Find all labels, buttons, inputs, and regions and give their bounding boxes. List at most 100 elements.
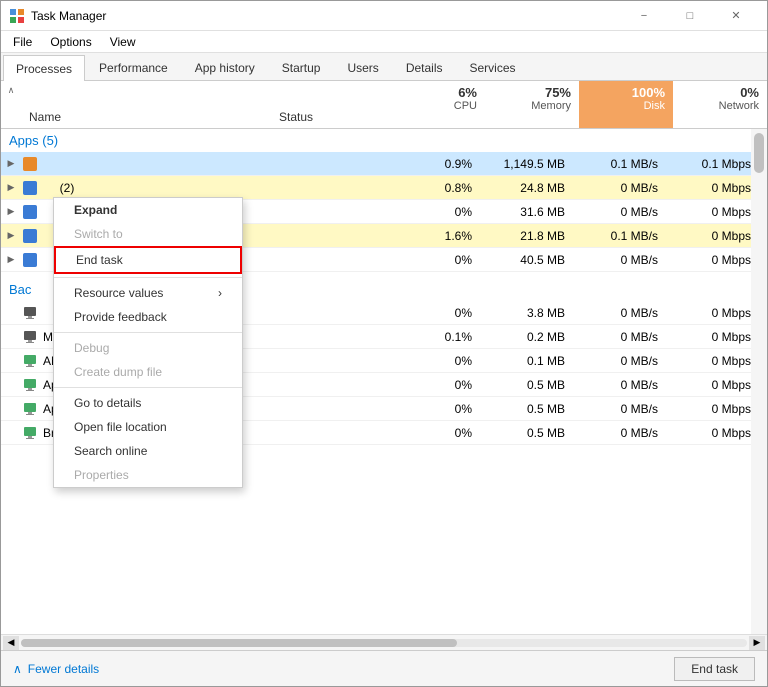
process-memory: 3.8 MB: [484, 306, 577, 320]
menu-view[interactable]: View: [102, 33, 144, 51]
status-bar: ∧ Fewer details End task: [1, 650, 767, 686]
process-icon: [21, 251, 39, 269]
window-title: Task Manager: [31, 9, 106, 23]
ctx-separator-2: [54, 332, 242, 333]
process-disk: 0 MB/s: [577, 253, 670, 267]
tab-startup[interactable]: Startup: [269, 54, 334, 80]
ctx-go-to-details[interactable]: Go to details: [54, 391, 242, 415]
menu-options[interactable]: Options: [42, 33, 99, 51]
ctx-properties: Properties: [54, 463, 242, 487]
tab-processes[interactable]: Processes: [3, 55, 85, 81]
ctx-separator-1: [54, 277, 242, 278]
process-memory: 0.1 MB: [484, 354, 577, 368]
apps-section-header: Apps (5): [1, 129, 767, 152]
process-memory: 0.5 MB: [484, 402, 577, 416]
process-cpu: 0.8%: [391, 181, 484, 195]
process-memory: 1,149.5 MB: [484, 157, 577, 171]
process-icon: [21, 352, 39, 370]
context-menu: Expand Switch to End task Resource value…: [53, 197, 243, 488]
task-manager-window: Task Manager − □ ✕ File Options View Pro…: [0, 0, 768, 687]
ctx-provide-feedback[interactable]: Provide feedback: [54, 305, 242, 329]
expand-icon[interactable]: ▶: [1, 230, 21, 241]
process-cpu: 0%: [391, 205, 484, 219]
process-cpu: 0%: [391, 306, 484, 320]
process-memory: 0.5 MB: [484, 426, 577, 440]
scrollbar-thumb[interactable]: [754, 133, 764, 173]
process-cpu: 0.9%: [391, 157, 484, 171]
ctx-separator-3: [54, 387, 242, 388]
scroll-thumb[interactable]: [21, 639, 457, 647]
process-disk: 0 MB/s: [577, 306, 670, 320]
scroll-left-button[interactable]: ◀: [3, 636, 19, 650]
ctx-create-dump: Create dump file: [54, 360, 242, 384]
process-disk: 0 MB/s: [577, 181, 670, 195]
process-cpu: 0%: [391, 426, 484, 440]
sort-arrow-icon: ∧: [8, 85, 15, 96]
process-name: (2): [39, 181, 271, 195]
process-icon: [21, 203, 39, 221]
expand-icon[interactable]: ▶: [1, 254, 21, 265]
header-memory[interactable]: 75% Memory: [485, 81, 579, 128]
header-network[interactable]: 0% Network: [673, 81, 767, 128]
process-icon: [21, 179, 39, 197]
menu-file[interactable]: File: [5, 33, 40, 51]
ctx-end-task[interactable]: End task: [54, 246, 242, 274]
process-cpu: 0%: [391, 378, 484, 392]
process-icon: [21, 376, 39, 394]
expand-icon[interactable]: ▶: [1, 206, 21, 217]
fewer-details-arrow-icon: ∧: [13, 662, 22, 676]
process-disk: 0 MB/s: [577, 205, 670, 219]
ctx-resource-values[interactable]: Resource values ›: [54, 281, 242, 305]
process-cpu: 0%: [391, 354, 484, 368]
scroll-right-button[interactable]: ▶: [749, 636, 765, 650]
fewer-details-button[interactable]: ∧ Fewer details: [13, 662, 99, 676]
maximize-button[interactable]: □: [667, 1, 713, 31]
close-button[interactable]: ✕: [713, 1, 759, 31]
process-memory: 24.8 MB: [484, 181, 577, 195]
process-icon: [21, 424, 39, 442]
tab-users[interactable]: Users: [334, 54, 391, 80]
header-cpu[interactable]: 6% CPU: [391, 81, 485, 128]
ctx-expand[interactable]: Expand: [54, 198, 242, 222]
ctx-switch-to: Switch to: [54, 222, 242, 246]
expand-icon[interactable]: ▶: [1, 158, 21, 169]
process-cpu: 0%: [391, 253, 484, 267]
vertical-scrollbar[interactable]: [751, 129, 767, 634]
end-task-button[interactable]: End task: [674, 657, 755, 681]
title-buttons: − □ ✕: [621, 1, 759, 31]
scroll-track[interactable]: [21, 639, 747, 647]
tab-performance[interactable]: Performance: [86, 54, 181, 80]
expand-icon[interactable]: ▶: [1, 182, 21, 193]
process-memory: 21.8 MB: [484, 229, 577, 243]
menu-bar: File Options View: [1, 31, 767, 53]
header-disk[interactable]: 100% Disk: [579, 81, 673, 128]
process-disk: 0 MB/s: [577, 402, 670, 416]
tab-bar: Processes Performance App history Startu…: [1, 53, 767, 81]
minimize-button[interactable]: −: [621, 1, 667, 31]
process-disk: 0.1 MB/s: [577, 157, 670, 171]
process-icon: [21, 304, 39, 322]
title-bar: Task Manager − □ ✕: [1, 1, 767, 31]
tab-services[interactable]: Services: [457, 54, 529, 80]
process-memory: 40.5 MB: [484, 253, 577, 267]
header-name[interactable]: Name: [21, 81, 271, 128]
table-row[interactable]: ▶ 0.9% 1,149.5 MB 0.1 MB/s 0.1 Mbps: [1, 152, 767, 176]
ctx-open-file[interactable]: Open file location: [54, 415, 242, 439]
tab-app-history[interactable]: App history: [182, 54, 268, 80]
column-headers: ∧ Name Status 6% CPU 75% Memory 100% Dis…: [1, 81, 767, 129]
process-disk: 0 MB/s: [577, 426, 670, 440]
process-memory: 31.6 MB: [484, 205, 577, 219]
tab-details[interactable]: Details: [393, 54, 456, 80]
process-icon: [21, 400, 39, 418]
app-icon: [9, 8, 25, 24]
header-status[interactable]: Status: [271, 81, 391, 128]
process-disk: 0 MB/s: [577, 330, 670, 344]
process-cpu: 0%: [391, 402, 484, 416]
process-icon: [21, 328, 39, 346]
ctx-search-online[interactable]: Search online: [54, 439, 242, 463]
process-disk: 0 MB/s: [577, 354, 670, 368]
process-cpu: 0.1%: [391, 330, 484, 344]
process-icon: [21, 155, 39, 173]
horizontal-scrollbar[interactable]: ◀ ▶: [1, 634, 767, 650]
fewer-details-label: Fewer details: [28, 662, 99, 676]
